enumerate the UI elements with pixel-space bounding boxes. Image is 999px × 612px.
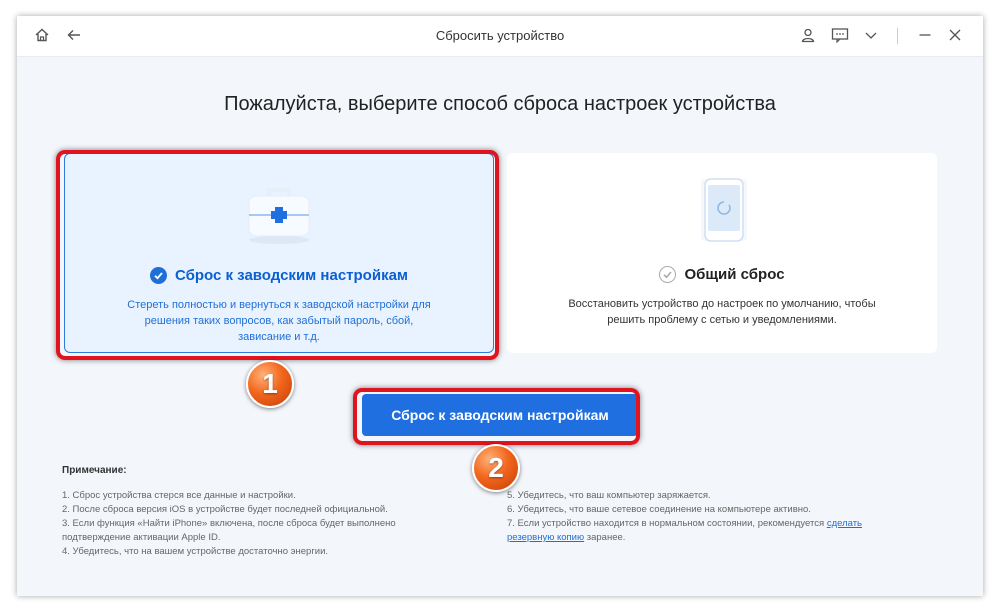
notes-left: 1. Сброс устройства стерся все данные и … bbox=[62, 489, 482, 559]
note-text: 7. Если устройство находится в нормально… bbox=[507, 518, 827, 529]
chevron-down-icon[interactable] bbox=[860, 24, 882, 46]
option-title: Общий сброс bbox=[507, 266, 937, 283]
user-icon[interactable] bbox=[797, 24, 819, 46]
page-heading: Пожалуйста, выберите способ сброса настр… bbox=[224, 93, 776, 115]
option-title-text: Общий сброс bbox=[684, 266, 785, 283]
option-general-reset[interactable]: Общий сброс Восстановить устройство до н… bbox=[507, 153, 937, 353]
option-factory-reset[interactable]: Сброс к заводским настройкам Стереть пол… bbox=[64, 153, 494, 353]
notes-right: 5. Убедитесь, что ваш компьютер заряжает… bbox=[507, 489, 937, 545]
factory-reset-button[interactable]: Сброс к заводским настройкам bbox=[362, 394, 638, 436]
phone-reset-icon bbox=[695, 175, 753, 250]
title-bar: Сбросить устройство bbox=[17, 16, 983, 57]
desc-line: решения таких вопросов, как забытый паро… bbox=[144, 315, 414, 327]
titlebar-divider bbox=[897, 28, 898, 44]
note-item: подтверждение активации Apple ID. bbox=[62, 532, 221, 543]
close-icon[interactable] bbox=[944, 24, 966, 46]
note-item: 2. После сброса версия iOS в устройстве … bbox=[62, 504, 388, 515]
option-title-text: Сброс к заводским настройкам bbox=[174, 267, 409, 284]
desc-line: Восстановить устройство до настроек по у… bbox=[568, 298, 876, 310]
note-item: 1. Сброс устройства стерся все данные и … bbox=[62, 490, 296, 501]
note-item: 6. Убедитесь, что ваше сетевое соединени… bbox=[507, 504, 811, 515]
app-window: Сбросить устройство Пожалуйста, выберите… bbox=[17, 16, 983, 596]
minimize-icon[interactable] bbox=[914, 24, 936, 46]
notes-title: Примечание: bbox=[62, 465, 127, 476]
note-item: резервную копию заранее. bbox=[507, 531, 937, 545]
step-badge-2: 2 bbox=[472, 444, 520, 492]
check-circle-icon bbox=[659, 266, 677, 283]
desc-line: решить проблему с сетью и уведомлениями. bbox=[607, 314, 837, 326]
option-description: Стереть полностью и вернуться к заводско… bbox=[105, 297, 453, 345]
note-item: 5. Убедитесь, что ваш компьютер заряжает… bbox=[507, 490, 711, 501]
check-circle-icon bbox=[149, 267, 167, 284]
note-text: заранее. bbox=[584, 532, 626, 543]
option-title: Сброс к заводским настройкам bbox=[65, 267, 493, 284]
backup-link[interactable]: сделать bbox=[827, 518, 862, 529]
desc-line: зависание и т.д. bbox=[238, 331, 320, 343]
backup-link[interactable]: резервную копию bbox=[507, 532, 584, 543]
option-description: Восстановить устройство до настроек по у… bbox=[547, 296, 897, 328]
note-item: 3. Если функция «Найти iPhone» включена,… bbox=[62, 518, 396, 529]
step-badge-1: 1 bbox=[246, 360, 294, 408]
medical-kit-icon bbox=[243, 180, 315, 251]
note-item: 4. Убедитесь, что на вашем устройстве до… bbox=[62, 546, 329, 557]
desc-line: Стереть полностью и вернуться к заводско… bbox=[127, 299, 431, 311]
note-item: 7. Если устройство находится в нормально… bbox=[507, 517, 937, 531]
feedback-icon[interactable] bbox=[829, 24, 851, 46]
